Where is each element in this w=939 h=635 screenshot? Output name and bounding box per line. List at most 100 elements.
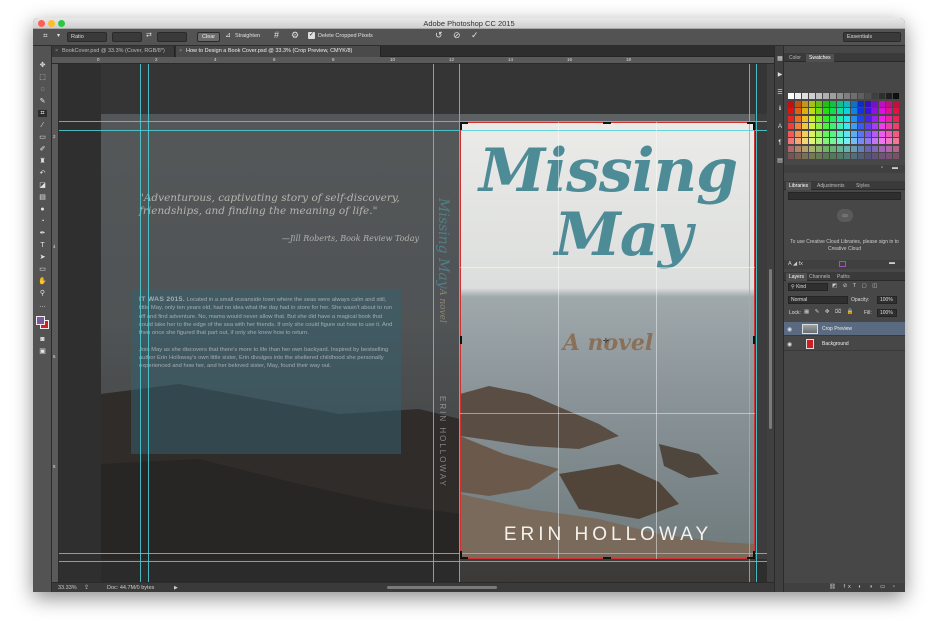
color-swatch[interactable] [788,130,794,137]
color-swatch[interactable] [844,108,850,114]
delete-cropped-checkbox[interactable]: ✓ [308,32,315,39]
info-panel-icon[interactable]: ℹ [776,106,784,113]
color-swatch[interactable] [795,130,801,137]
tab-bookcover[interactable]: × BookCover.psd @ 33.3% (Cover, RGB/8*) [52,46,175,57]
eyedropper-tool-icon[interactable]: ⁄ [38,122,47,129]
color-swatch[interactable] [865,108,871,114]
color-swatch[interactable] [872,145,878,152]
color-swatch[interactable] [886,153,892,159]
straighten-icon[interactable]: ⊿ [225,31,231,39]
scroll-thumb[interactable] [769,269,772,429]
color-swatch[interactable] [865,153,871,159]
layer-actions-icons[interactable]: ⛓ fx ◐ ◑ ▭ ▫ ▬ [829,584,905,592]
crop-tool-icon[interactable]: ⌗ [43,31,48,41]
straighten-label[interactable]: Straighten [235,33,260,39]
gradient-tool-icon[interactable]: ▤ [38,194,47,201]
zoom-level[interactable]: 33.33% [58,585,77,591]
tab-how-to-design[interactable]: × How to Design a Book Cover.psd @ 33.3%… [176,46,381,57]
tab-adjustments[interactable]: Adjustments [814,182,848,190]
color-swatch[interactable] [823,123,829,129]
color-swatch[interactable] [851,108,857,114]
more-tools-icon[interactable]: … [38,302,47,309]
brush-tool-icon[interactable]: ✐ [38,146,47,153]
color-swatch[interactable] [823,100,829,107]
move-tool-icon[interactable]: ✥ [38,62,47,69]
color-swatch[interactable] [809,130,815,137]
color-swatch[interactable] [879,138,885,144]
color-swatch[interactable] [844,100,850,107]
color-swatch[interactable] [809,153,815,159]
color-swatch[interactable] [851,100,857,107]
guide-vertical[interactable] [756,64,757,582]
color-swatch[interactable] [865,93,871,99]
color-swatch[interactable] [823,153,829,159]
color-swatch[interactable] [788,100,794,107]
color-swatch[interactable] [809,93,815,99]
color-swatch[interactable] [879,130,885,137]
color-swatch[interactable] [795,93,801,99]
crop-handle-left[interactable] [460,336,462,344]
color-swatch[interactable] [809,100,815,107]
pen-tool-icon[interactable]: ✒ [38,230,47,237]
color-swatch[interactable] [844,130,850,137]
color-swatch[interactable] [816,130,822,137]
properties-panel-icon[interactable]: ☰ [776,90,784,97]
color-swatch[interactable] [886,138,892,144]
color-swatch[interactable] [844,153,850,159]
color-swatch[interactable] [795,153,801,159]
fill-field[interactable]: 100% [877,309,897,317]
color-swatch[interactable] [886,93,892,99]
color-swatch[interactable] [830,145,836,152]
stamp-tool-icon[interactable]: ♜ [38,158,47,165]
color-swatch[interactable] [816,145,822,152]
color-swatch[interactable] [837,153,843,159]
color-swatch[interactable] [809,138,815,144]
tab-channels[interactable]: Channels [806,273,833,281]
color-swatch[interactable] [788,108,794,114]
delete-cropped-label[interactable]: Delete Cropped Pixels [318,33,373,39]
color-swatch[interactable] [830,115,836,122]
color-swatch[interactable] [823,108,829,114]
tab-libraries[interactable]: Libraries [786,182,812,190]
blend-mode-select[interactable]: Normal [788,296,848,304]
library-select[interactable] [788,192,901,200]
color-swatch[interactable] [851,138,857,144]
zoom-tool-icon[interactable]: ⚲ [38,290,47,297]
crop-handle-bottom-right[interactable] [753,551,755,559]
layer-row[interactable]: ◉ Background [784,337,905,351]
vertical-scrollbar[interactable] [767,64,774,582]
color-swatch[interactable] [879,115,885,122]
color-swatch[interactable] [837,115,843,122]
color-swatch[interactable] [865,138,871,144]
layer-row[interactable]: ◉ Crop Preview [784,322,905,336]
guide-horizontal[interactable] [59,561,767,562]
guide-vertical[interactable] [148,64,149,582]
color-swatch[interactable] [879,108,885,114]
color-swatch[interactable] [844,93,850,99]
document-canvas[interactable]: "Adventurous, captivating story of self-… [59,64,767,582]
hand-tool-icon[interactable]: ✋ [38,278,47,285]
history-panel-icon[interactable]: ▦ [776,56,784,63]
color-swatch[interactable] [886,130,892,137]
color-swatch[interactable] [851,153,857,159]
color-swatch[interactable] [809,123,815,129]
color-swatch[interactable] [879,153,885,159]
share-icon[interactable]: ⇪ [84,584,89,591]
crop-handle-bottom-left[interactable] [460,551,462,559]
color-swatch[interactable] [865,115,871,122]
color-swatch[interactable] [844,115,850,122]
overlay-grid-icon[interactable]: # [274,30,279,40]
color-swatch[interactable] [795,123,801,129]
screen-mode-icon[interactable]: ▣ [38,348,47,355]
color-swatch[interactable] [851,145,857,152]
color-swatch[interactable] [858,145,864,152]
tab-swatches[interactable]: Swatches [806,54,834,62]
color-swatch[interactable] [816,93,822,99]
color-swatch[interactable] [893,108,899,114]
color-swatch[interactable] [816,115,822,122]
gear-icon[interactable]: ⚙ [291,30,299,41]
color-swatch[interactable] [788,115,794,122]
color-swatch[interactable] [830,138,836,144]
commit-check-icon[interactable]: ✓ [471,30,479,41]
color-swatch[interactable] [802,130,808,137]
